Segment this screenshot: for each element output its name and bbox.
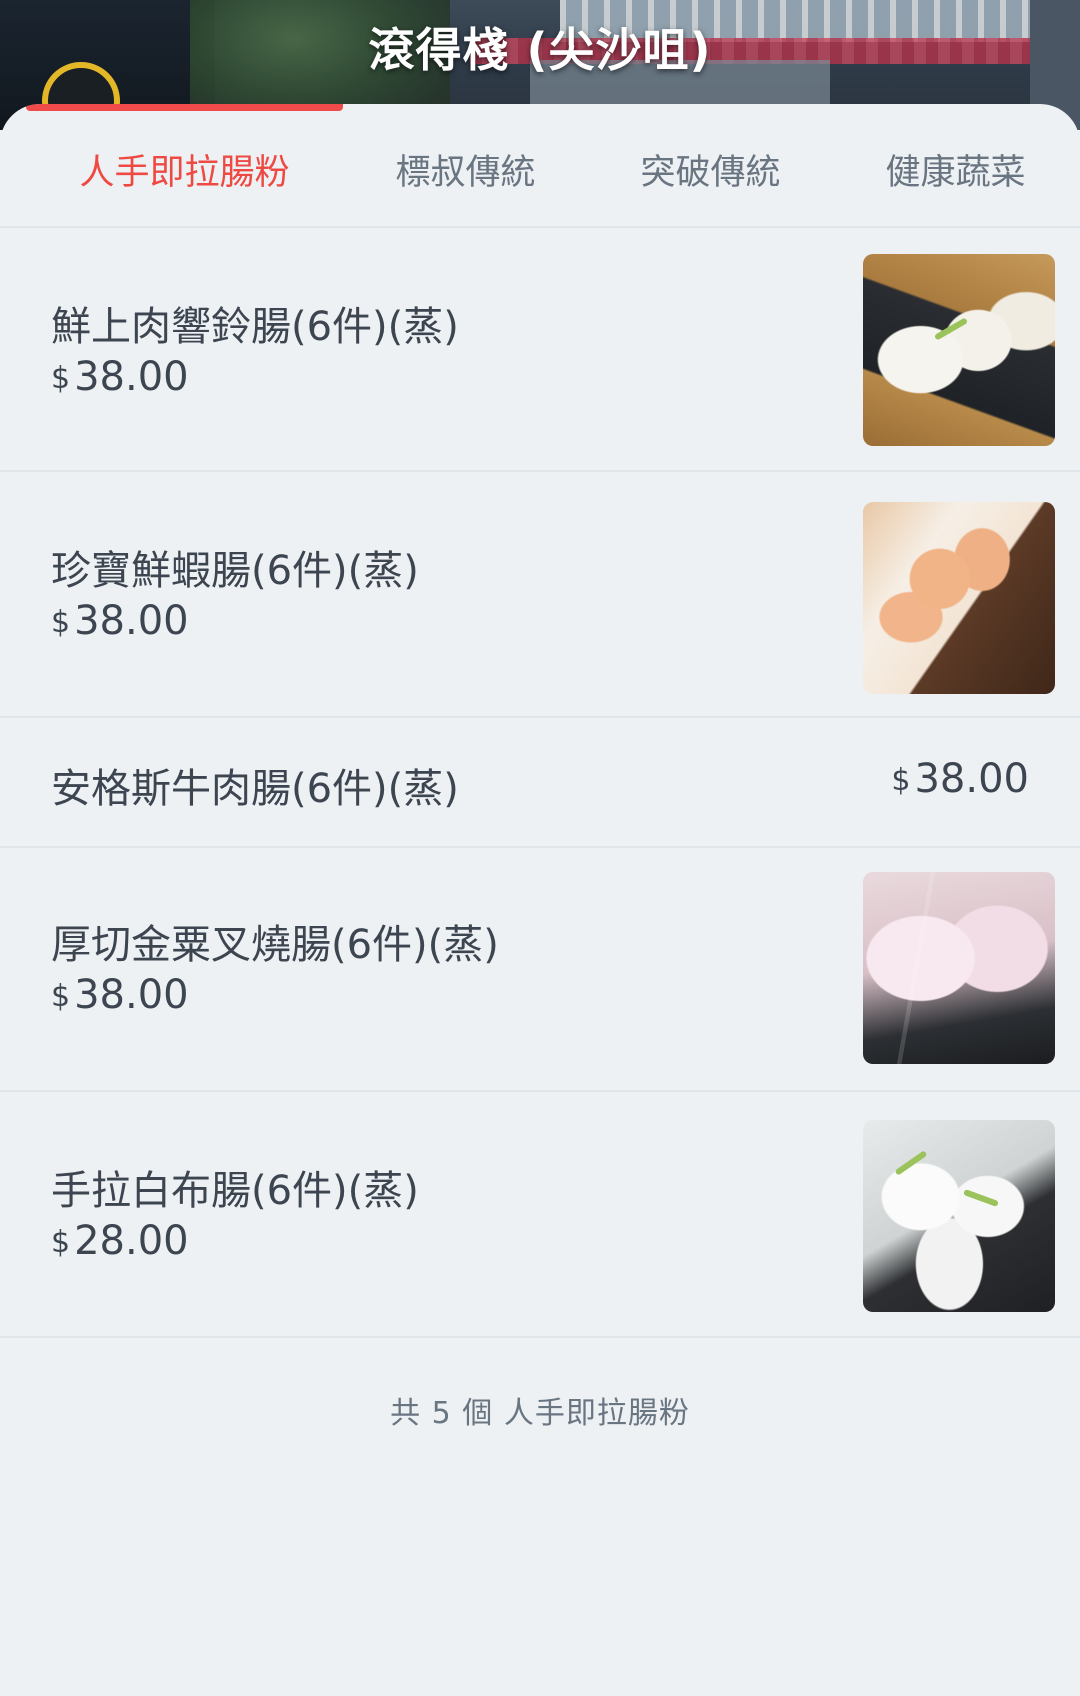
menu-item[interactable]: 厚切金粟叉燒腸(6件)(蒸) $38.00 <box>0 848 1080 1090</box>
item-name: 鮮上肉響鈴腸(6件)(蒸) <box>51 304 459 350</box>
currency-symbol: $ <box>51 605 71 640</box>
price-value: 38.00 <box>914 756 1029 802</box>
menu-item[interactable]: 鮮上肉響鈴腸(6件)(蒸) $38.00 <box>0 228 1080 470</box>
currency-symbol: $ <box>51 1225 71 1260</box>
tab-vegetables[interactable]: 健康蔬菜 <box>833 144 1078 194</box>
tab-innovative[interactable]: 突破傳統 <box>588 144 833 194</box>
item-price: $38.00 <box>51 354 189 400</box>
store-title: 滾得棧 (尖沙咀) <box>368 23 712 77</box>
item-name: 手拉白布腸(6件)(蒸) <box>51 1168 419 1214</box>
price-value: 38.00 <box>74 354 189 400</box>
garnish <box>963 1189 999 1207</box>
item-photo[interactable] <box>863 872 1055 1064</box>
item-photo[interactable] <box>863 502 1055 694</box>
garnish <box>894 1150 928 1176</box>
currency-symbol: $ <box>51 361 71 396</box>
item-photo[interactable] <box>863 1120 1055 1312</box>
item-name: 安格斯牛肉腸(6件)(蒸) <box>51 766 459 812</box>
category-tabs: 人手即拉腸粉 標叔傳統 突破傳統 健康蔬菜 <box>0 104 1080 228</box>
menu-item[interactable]: 珍寶鮮蝦腸(6件)(蒸) $38.00 <box>0 472 1080 716</box>
tab-traditional[interactable]: 標叔傳統 <box>343 144 588 194</box>
menu-item[interactable]: 安格斯牛肉腸(6件)(蒸) $38.00 <box>0 718 1080 846</box>
item-photo[interactable] <box>863 254 1055 446</box>
menu-card: 人手即拉腸粉 標叔傳統 突破傳統 健康蔬菜 鮮上肉響鈴腸(6件)(蒸) $38.… <box>0 104 1080 1696</box>
item-price: $28.00 <box>51 1218 189 1264</box>
garnish <box>933 317 969 341</box>
currency-symbol: $ <box>891 763 911 798</box>
row-divider <box>0 1336 1080 1338</box>
price-value: 38.00 <box>74 598 189 644</box>
price-value: 38.00 <box>74 972 189 1018</box>
currency-symbol: $ <box>51 979 71 1014</box>
price-value: 28.00 <box>74 1218 189 1264</box>
tab-rice-roll[interactable]: 人手即拉腸粉 <box>26 144 343 194</box>
menu-page: 滾得棧 (尖沙咀) 人手即拉腸粉 標叔傳統 突破傳統 健康蔬菜 鮮上肉響鈴腸(6… <box>0 0 1080 1696</box>
item-name: 厚切金粟叉燒腸(6件)(蒸) <box>51 922 499 968</box>
item-price: $38.00 <box>51 598 189 644</box>
item-price: $38.00 <box>891 756 1029 802</box>
item-price: $38.00 <box>51 972 189 1018</box>
item-name: 珍寶鮮蝦腸(6件)(蒸) <box>51 548 419 594</box>
menu-item[interactable]: 手拉白布腸(6件)(蒸) $28.00 <box>0 1092 1080 1336</box>
item-count-note: 共 5 個 人手即拉腸粉 <box>390 1396 690 1431</box>
